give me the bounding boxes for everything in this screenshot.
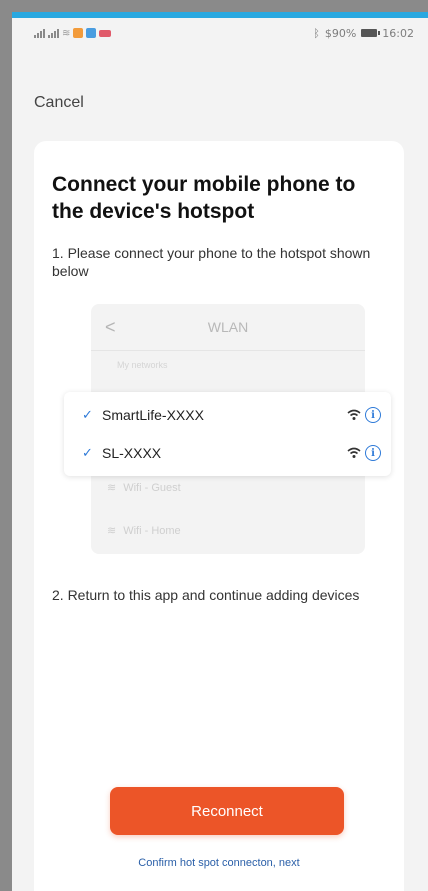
signal-icon — [34, 28, 45, 38]
wifi-status-icon: ≋ — [62, 27, 71, 39]
confirm-hotspot-link[interactable]: Confirm hot spot connecton, next — [34, 857, 404, 869]
step-2-text: 2. Return to this app and continue addin… — [52, 587, 360, 603]
bluetooth-icon: ᛒ — [313, 26, 320, 40]
other-network-name: Wifi - Guest — [123, 481, 181, 494]
wifi-icon: ≋ — [107, 482, 117, 494]
app-notification-icon-2 — [86, 28, 97, 38]
cancel-button[interactable]: Cancel — [34, 94, 84, 112]
network-name: SmartLife-XXXX — [102, 407, 204, 423]
status-right: ᛒ $90% 16:02 — [313, 27, 414, 40]
battery-percent: $90% — [324, 26, 357, 40]
app-notification-icon — [73, 28, 84, 38]
wifi-icon: ≋ — [107, 525, 117, 537]
info-icon[interactable]: i — [365, 445, 381, 461]
check-icon: ✓ — [82, 445, 93, 460]
phone-screen: ≋ ᛒ $90% 16:02 Cancel Connect your mobil… — [12, 12, 428, 891]
other-network-row: ≋ Wifi - Guest — [107, 481, 181, 495]
status-time: 16:02 — [382, 26, 414, 40]
status-left-icons: ≋ — [34, 27, 112, 39]
wlan-header: < WLAN — [91, 304, 365, 350]
info-icon[interactable]: i — [365, 407, 381, 423]
other-network-row: ≋ Wifi - Home — [107, 524, 181, 538]
network-name: SL-XXXX — [102, 445, 162, 461]
back-arrow-icon: < — [105, 316, 116, 337]
wlan-subheading: My networks — [117, 360, 168, 370]
signal-icon-2 — [48, 28, 59, 38]
app-notification-icon-3 — [99, 29, 112, 37]
wifi-icon — [347, 447, 361, 458]
check-icon: ✓ — [82, 407, 93, 422]
network-row-sl[interactable]: ✓ SL-XXXX i — [64, 434, 391, 472]
hotspot-network-list: ✓ SmartLife-XXXX i ✓ SL-XXXX i — [64, 392, 391, 476]
wlan-title: WLAN — [207, 319, 249, 335]
hotspot-card: Connect your mobile phone to the device'… — [34, 141, 404, 891]
battery-icon — [361, 29, 381, 37]
divider — [91, 350, 365, 351]
step-1-text: 1. Please connect your phone to the hots… — [52, 245, 371, 279]
network-row-smartlife[interactable]: ✓ SmartLife-XXXX i — [64, 396, 391, 434]
wifi-icon — [347, 409, 361, 420]
page-title: Connect your mobile phone to the device'… — [52, 173, 356, 223]
reconnect-button[interactable]: Reconnect — [110, 787, 344, 835]
other-network-name: Wifi - Home — [123, 524, 181, 537]
status-bar: ≋ ᛒ $90% 16:02 — [12, 18, 428, 48]
